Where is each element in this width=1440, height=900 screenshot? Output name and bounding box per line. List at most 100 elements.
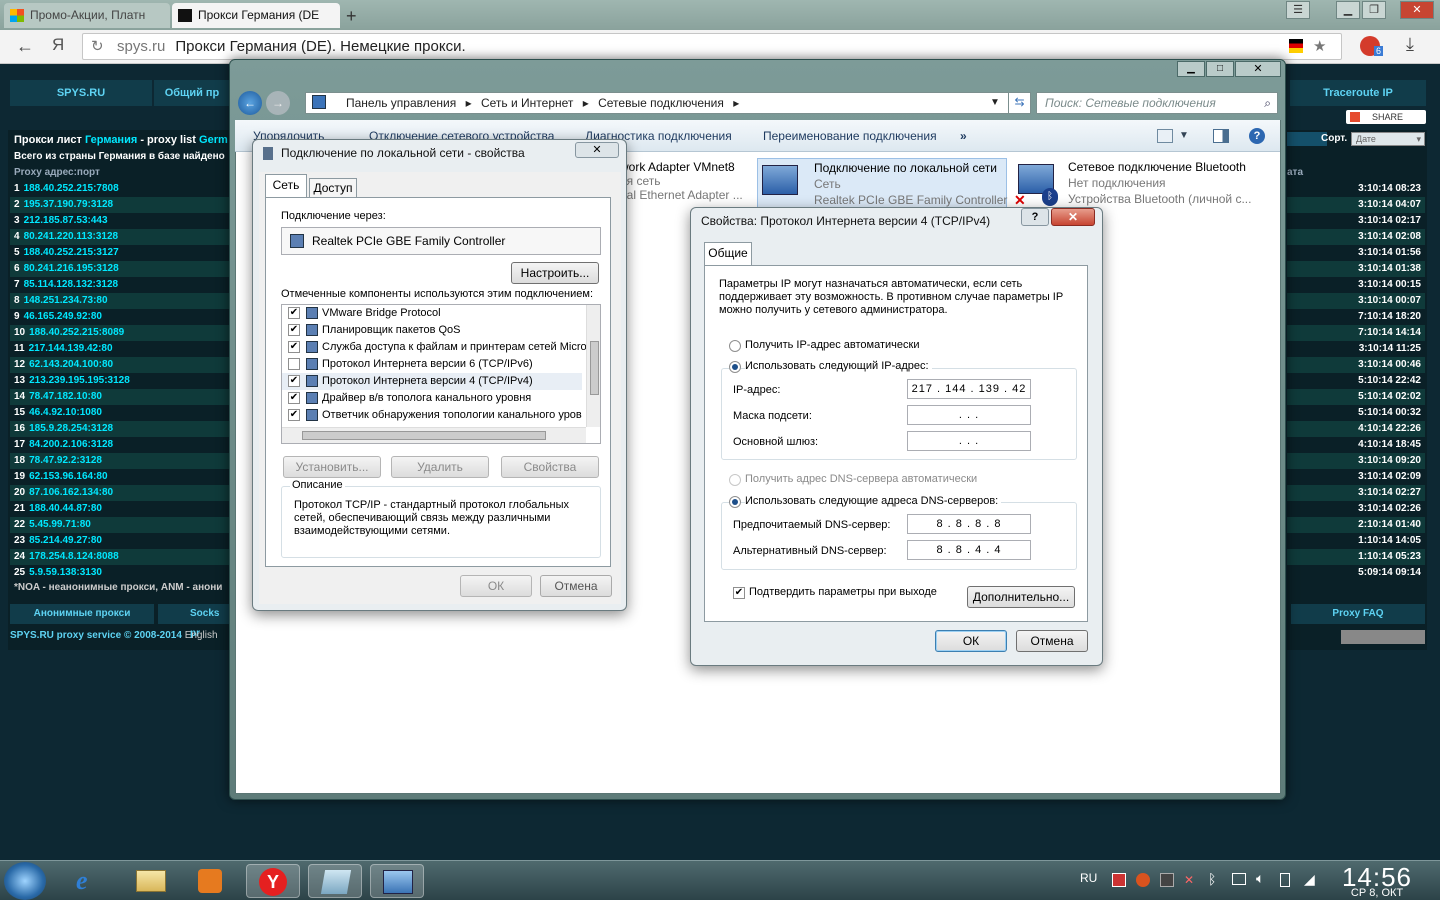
browser-menu-icon[interactable]: ☰: [1286, 1, 1310, 19]
yandex-logo-icon[interactable]: Я: [52, 35, 64, 55]
subnet-mask-field[interactable]: . . .: [907, 405, 1031, 425]
forward-icon[interactable]: →: [266, 91, 290, 115]
browser-tab-promo[interactable]: Промо-Акции, Платн: [4, 3, 170, 28]
breadcrumb-control-panel[interactable]: Панель управления: [346, 96, 456, 110]
refresh-icon[interactable]: ⇆: [1008, 92, 1030, 114]
internet-explorer-icon[interactable]: e: [62, 864, 116, 898]
view-options-icon[interactable]: [1157, 129, 1173, 143]
proxy-address[interactable]: 80.241.216.195:3128: [24, 263, 119, 274]
components-list[interactable]: ✔ VMware Bridge Protocol ✔ Планировщик паке…: [281, 304, 601, 444]
proxy-address[interactable]: 217.144.139.42:80: [29, 343, 113, 354]
tray-volume-icon[interactable]: 🔈︎: [1256, 870, 1264, 887]
restore-icon[interactable]: ❐: [1362, 1, 1386, 19]
minimize-icon[interactable]: ▁: [1336, 1, 1360, 19]
proxy-address[interactable]: 5.45.99.71:80: [29, 519, 91, 530]
auto-ip-label[interactable]: Получить IP-адрес автоматически: [745, 339, 919, 351]
vertical-scrollbar[interactable]: [586, 305, 600, 427]
proxy-address[interactable]: 185.9.28.254:3128: [29, 423, 113, 434]
proxy-address[interactable]: 85.214.49.27:80: [29, 535, 102, 546]
tray-signal-icon[interactable]: ◢: [1304, 871, 1315, 888]
component-item[interactable]: Протокол Интернета версии 6 (TCP/IPv6): [282, 356, 582, 373]
preview-pane-icon[interactable]: [1213, 129, 1229, 143]
proxy-address[interactable]: 84.200.2.106:3128: [29, 439, 113, 450]
proxy-address[interactable]: 85.114.128.132:3128: [24, 279, 119, 290]
component-checkbox[interactable]: ✔: [288, 324, 300, 336]
more-commands-button[interactable]: »: [960, 120, 967, 152]
scroll-thumb[interactable]: [590, 341, 599, 395]
proxy-address[interactable]: 80.241.220.113:3128: [24, 231, 119, 242]
component-checkbox[interactable]: ✔: [288, 409, 300, 421]
manual-ip-radio[interactable]: [729, 361, 741, 373]
address-bar[interactable]: ↻ spys.ru Прокси Германия (DE). Немецкие …: [82, 33, 1342, 60]
component-checkbox[interactable]: ✔: [288, 341, 300, 353]
nav-traceroute[interactable]: Traceroute IP: [1290, 80, 1426, 106]
validate-label[interactable]: Подтвердить параметры при выходе: [749, 586, 937, 598]
scroll-thumb[interactable]: [302, 431, 546, 440]
language-indicator[interactable]: RU: [1080, 871, 1097, 885]
new-tab-plus-icon[interactable]: +: [346, 6, 357, 27]
proxy-address[interactable]: 188.40.252.215:8089: [29, 327, 124, 338]
anonymous-proxy-link[interactable]: Анонимные прокси: [10, 604, 154, 624]
tray-bluetooth-icon[interactable]: ᛒ: [1208, 871, 1216, 887]
remove-button[interactable]: Удалить: [391, 456, 489, 478]
proxy-address[interactable]: 212.185.87.53:443: [24, 215, 108, 226]
proxy-address[interactable]: 5.9.59.138:3130: [29, 567, 102, 578]
close-icon[interactable]: ✕: [575, 142, 619, 158]
help-icon[interactable]: ?: [1021, 208, 1049, 226]
validate-checkbox[interactable]: ✔: [733, 587, 745, 599]
proxy-address[interactable]: 62.143.204.100:80: [29, 359, 113, 370]
notepad-icon[interactable]: [308, 864, 362, 898]
breadcrumb[interactable]: Панель управления ▸ Сеть и Интернет ▸ Се…: [305, 92, 1031, 114]
component-checkbox[interactable]: ✔: [288, 375, 300, 387]
browser-tab-proxy-germany[interactable]: Прокси Германия (DE: [172, 3, 340, 28]
back-arrow-icon[interactable]: ←: [16, 36, 34, 57]
reload-icon[interactable]: ↻: [91, 34, 104, 59]
maximize-icon[interactable]: □: [1206, 61, 1234, 77]
bookmark-star-icon[interactable]: ★: [1313, 34, 1326, 59]
back-icon[interactable]: ←: [238, 91, 262, 115]
component-item[interactable]: ✔ Протокол Интернета версии 4 (TCP/IPv4): [282, 373, 582, 390]
gateway-field[interactable]: . . .: [907, 431, 1031, 451]
ok-button[interactable]: ОК: [935, 630, 1007, 652]
cancel-button[interactable]: Отмена: [1016, 630, 1088, 652]
close-icon[interactable]: ✕: [1051, 208, 1095, 226]
yandex-browser-icon[interactable]: Y: [246, 864, 300, 898]
share-button[interactable]: SHARE: [1346, 110, 1426, 124]
component-checkbox[interactable]: ✔: [288, 392, 300, 404]
cancel-button[interactable]: Отмена: [540, 575, 612, 597]
adapter-vmnet8[interactable]: work Adapter VMnet8 ая сеть ual Ethernet…: [620, 160, 756, 210]
horizontal-scrollbar[interactable]: [282, 427, 586, 443]
advanced-button[interactable]: Дополнительно...: [967, 586, 1075, 608]
file-explorer-icon[interactable]: [124, 864, 178, 898]
search-input[interactable]: Поиск: Сетевые подключения ⌕: [1036, 92, 1278, 114]
clock-date[interactable]: СР 8, ОКТ: [1335, 887, 1419, 899]
proxy-address[interactable]: 188.40.44.87:80: [29, 503, 102, 514]
ok-button[interactable]: ОК: [460, 575, 532, 597]
proxy-address[interactable]: 46.4.92.10:1080: [29, 407, 102, 418]
close-icon[interactable]: ✕: [1235, 61, 1281, 77]
tray-usb-icon[interactable]: [1280, 873, 1290, 887]
component-item[interactable]: ✔ VMware Bridge Protocol: [282, 305, 582, 322]
preferred-dns-field[interactable]: 8 . 8 . 8 . 8: [907, 514, 1031, 534]
component-item[interactable]: ✔ Драйвер в/в тополога канального уровня: [282, 390, 582, 407]
proxy-address[interactable]: 78.47.182.10:80: [29, 391, 102, 402]
properties-button[interactable]: Свойства: [501, 456, 599, 478]
ip-address-field[interactable]: 217 . 144 . 139 . 42: [907, 379, 1031, 399]
start-button-icon[interactable]: [4, 862, 46, 900]
manual-ip-label[interactable]: Использовать следующий IP-адрес:: [745, 360, 932, 372]
tray-display-icon[interactable]: [1232, 873, 1246, 885]
proxy-address[interactable]: 78.47.92.2:3128: [29, 455, 102, 466]
tab-sharing[interactable]: Доступ: [309, 178, 357, 198]
auto-ip-radio[interactable]: [729, 340, 741, 352]
component-item[interactable]: ✔ Планировщик пакетов QoS: [282, 322, 582, 339]
tray-network-warning-icon[interactable]: ✕: [1184, 873, 1198, 887]
proxy-address[interactable]: 62.153.96.164:80: [29, 471, 107, 482]
component-item[interactable]: ✔ Служба доступа к файлам и принтерам сет…: [282, 339, 587, 356]
network-center-icon[interactable]: [370, 864, 424, 898]
proxy-address[interactable]: 195.37.190.79:3128: [24, 199, 114, 210]
rename-button[interactable]: Переименование подключения: [763, 120, 937, 152]
tray-flash-icon[interactable]: [1136, 873, 1150, 887]
download-icon[interactable]: ⤓: [1406, 34, 1414, 55]
adapter-local-connection[interactable]: Подключение по локальной сети Сеть Realt…: [757, 158, 1007, 210]
component-checkbox[interactable]: [288, 358, 300, 370]
